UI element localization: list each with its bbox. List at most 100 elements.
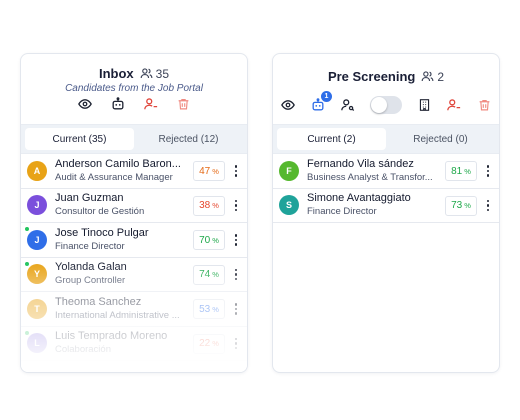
eye-icon[interactable] (280, 97, 296, 113)
match-score-unit: % (212, 201, 219, 210)
more-options-icon[interactable] (483, 198, 493, 214)
more-options-icon[interactable] (231, 267, 241, 283)
auto-screening-toggle[interactable] (370, 96, 402, 114)
more-options-icon[interactable] (231, 336, 241, 352)
match-score-unit: % (212, 339, 219, 348)
match-score-badge: 81% (445, 161, 477, 181)
match-score-unit: % (212, 166, 219, 176)
more-options-icon[interactable] (483, 163, 493, 179)
building-icon[interactable] (416, 97, 432, 113)
candidate-role: Finance Director (55, 240, 125, 252)
match-score-value: 73 (451, 200, 463, 211)
candidate-name: Simone Avantaggiato (307, 192, 411, 205)
candidate-row[interactable]: Y Yolanda Galan Group Controller 74% (21, 258, 247, 292)
pre-screening-header: Pre Screening 2 1 (273, 54, 499, 124)
more-options-icon[interactable] (231, 232, 241, 248)
inbox-title: Inbox (98, 66, 134, 81)
online-status-dot (24, 329, 30, 336)
person-key-icon[interactable] (340, 97, 356, 113)
candidate-info: Juan Guzman Consultor de Gestión (55, 192, 183, 218)
tab-current[interactable]: Current (35) (25, 128, 134, 150)
candidate-role: Colaboración (55, 344, 111, 356)
match-score-value: 38 (199, 200, 211, 211)
pre-screening-title: Pre Screening (327, 69, 416, 84)
candidate-role: Audit & Assurance Manager (55, 171, 173, 183)
inbox-count-value: 35 (155, 66, 170, 81)
inbox-count: 35 (140, 67, 169, 81)
avatar: J (27, 229, 47, 250)
candidate-row[interactable]: S Simone Avantaggiato Finance Director 73% (273, 189, 499, 223)
match-score-value: 47 (199, 165, 211, 177)
candidate-info: Theoma Sanchez International Administrati… (55, 296, 183, 322)
person-remove-icon[interactable] (143, 96, 159, 112)
candidate-row[interactable]: A Anderson Camilo Baron... Audit & Assuran… (21, 154, 247, 189)
inbox-toolbar (21, 96, 247, 112)
match-score-value: 22 (199, 338, 211, 349)
candidate-role: Business Analyst & Transfor... (307, 171, 433, 183)
candidate-role: International Administrative ... (55, 309, 180, 321)
candidate-row[interactable]: F Fernando Vila sández Business Analyst & … (273, 154, 499, 189)
candidate-name: Fernando Vila sández (307, 157, 414, 170)
inbox-tabs: Current (35) Rejected (12) (21, 124, 247, 154)
match-score-value: 81 (451, 165, 463, 177)
pre-screening-count: 2 (421, 70, 444, 84)
tab-rejected[interactable]: Rejected (12) (134, 128, 243, 150)
match-score-unit: % (464, 201, 471, 210)
inbox-candidate-list: A Anderson Camilo Baron... Audit & Assuran… (21, 154, 247, 361)
candidate-info: Luis Temprado Moreno Colaboración (55, 330, 183, 356)
tab-rejected[interactable]: Rejected (0) (386, 128, 495, 150)
match-score-badge: 47% (193, 161, 225, 181)
candidate-row[interactable]: J Jose Tinoco Pulgar Finance Director 70% (21, 223, 247, 258)
more-options-icon[interactable] (231, 198, 241, 214)
candidate-row[interactable]: J Juan Guzman Consultor de Gestión 38% (21, 189, 247, 223)
avatar: J (27, 195, 47, 216)
robot-icon[interactable]: 1 (310, 91, 332, 113)
candidate-name: Jose Tinoco Pulgar (55, 226, 149, 239)
people-icon (140, 68, 153, 79)
avatar: L (27, 333, 47, 354)
candidate-row[interactable]: T Theoma Sanchez International Administrat… (21, 292, 247, 327)
candidate-name: Juan Guzman (55, 192, 124, 205)
candidate-info: Yolanda Galan Group Controller (55, 261, 183, 287)
match-score-unit: % (212, 270, 219, 279)
match-score-unit: % (212, 304, 219, 314)
match-score-badge: 74% (193, 264, 225, 285)
match-score-badge: 70% (193, 230, 225, 250)
match-score-badge: 22% (193, 333, 225, 354)
pre-screening-candidate-list: F Fernando Vila sández Business Analyst & … (273, 154, 499, 223)
robot-icon[interactable] (110, 96, 126, 112)
candidate-role: Group Controller (55, 275, 126, 287)
tab-current[interactable]: Current (2) (277, 128, 386, 150)
candidate-name: Theoma Sanchez (55, 295, 142, 308)
candidate-info: Fernando Vila sández Business Analyst & T… (307, 158, 435, 184)
candidate-info: Jose Tinoco Pulgar Finance Director (55, 227, 183, 253)
trash-icon[interactable] (176, 96, 192, 112)
candidate-name: Anderson Camilo Baron... (55, 157, 181, 170)
more-options-icon[interactable] (231, 301, 241, 317)
toggle-knob (371, 97, 387, 113)
inbox-subtitle: Candidates from the Job Portal (65, 83, 203, 94)
more-options-icon[interactable] (231, 163, 241, 179)
candidate-name: Yolanda Galan (55, 261, 127, 274)
avatar: F (279, 160, 299, 181)
match-score-badge: 73% (445, 195, 477, 216)
candidate-role: Consultor de Gestión (55, 206, 145, 218)
robot-notification-badge: 1 (321, 91, 332, 102)
person-remove-icon[interactable] (446, 97, 462, 113)
trash-icon[interactable] (476, 97, 492, 113)
eye-icon[interactable] (77, 96, 93, 112)
candidate-role: Finance Director (307, 206, 377, 218)
match-score-badge: 38% (193, 195, 225, 216)
online-status-dot (24, 226, 30, 232)
pre-screening-toolbar: 1 (273, 91, 499, 114)
inbox-panel: Inbox 35 Candidates from the Job Portal … (20, 53, 248, 373)
candidate-row[interactable]: L Luis Temprado Moreno Colaboración 22% (21, 327, 247, 361)
match-score-value: 53 (199, 303, 211, 315)
match-score-badge: 53% (193, 299, 225, 319)
inbox-header: Inbox 35 Candidates from the Job Portal (21, 54, 247, 124)
match-score-value: 70 (199, 234, 211, 246)
match-score-unit: % (464, 166, 471, 176)
pre-screening-count-value: 2 (437, 69, 445, 84)
pre-screening-tabs: Current (2) Rejected (0) (273, 124, 499, 154)
candidate-info: Anderson Camilo Baron... Audit & Assuranc… (55, 158, 183, 184)
